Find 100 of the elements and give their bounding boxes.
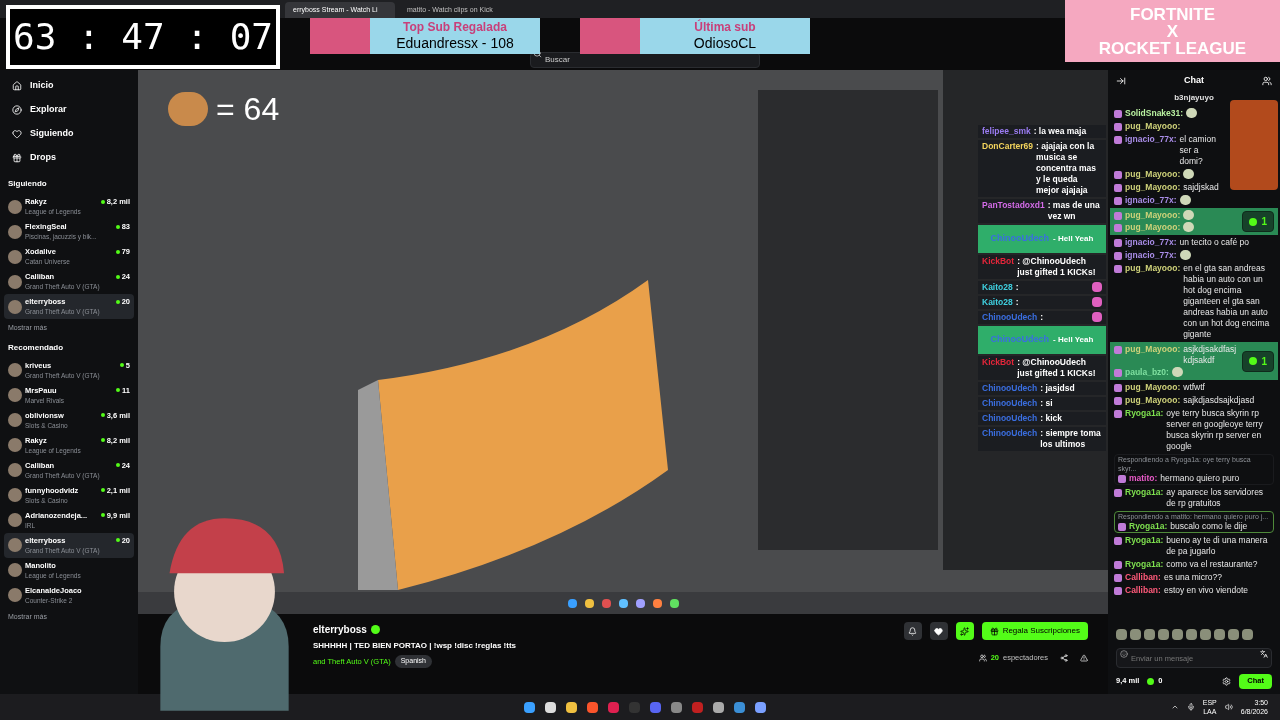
chat-username[interactable]: matito: [1129,473,1158,484]
emoji-icon[interactable] [1120,649,1128,658]
chat-username[interactable]: Calliban: [1125,585,1161,596]
chat-username[interactable]: Ryoga1a: [1129,521,1168,532]
taskbar-app-icon[interactable] [587,701,599,713]
chat-username[interactable]: pug_Mayooo: [1125,395,1181,406]
chat-username[interactable]: ignacio_77x: [1125,195,1177,206]
translate-icon[interactable] [1260,649,1268,658]
avatar [8,438,22,452]
section-title: Siguiendo [7,178,48,190]
chat-message-text: hermano quiero puro [1160,473,1241,484]
emote-icon[interactable] [1186,628,1197,640]
chat-username[interactable]: pug_Mayooo: [1125,263,1181,274]
overlay-message-text: : [1015,297,1020,308]
emote-icon[interactable] [1172,628,1183,640]
taskbar-app-icon[interactable] [713,701,725,713]
chat-username[interactable]: Ryoga1a: [1125,408,1164,419]
chat-username[interactable]: ignacio_77x: [1125,134,1177,145]
chat-title: Chat [1184,74,1204,88]
emote-icon[interactable] [1228,628,1239,640]
follow-button[interactable] [929,622,948,640]
emote-icon [1183,169,1195,179]
chat-message-text: es una micro?? [1163,572,1224,583]
emote-icon [1179,195,1191,205]
chat-message-text: el camion ser a domi? [1179,134,1217,167]
gift-subs-button[interactable]: Regala Suscripciones [981,622,1088,640]
avatar [8,413,22,427]
logo-text: X [1166,22,1179,40]
avatar [8,199,22,214]
overlay-username: ChinooUdech [982,383,1038,394]
collapse-icon[interactable] [1116,76,1126,86]
stream-title: SHHHHH | TED BIEN PORTAO | !wsp !disc !reglas !tts [313,640,516,652]
users-icon[interactable] [1262,76,1272,86]
overlay-message-text: : ajajaja con la musica se concentra mas y le queda mejor ajajaja [1036,141,1098,196]
live-indicator-icon [119,363,124,368]
nav-item[interactable]: Inicio [4,74,134,98]
chat-message-text: como va el restaurante? [1166,559,1259,570]
emote-icon [1183,222,1195,232]
banner-title: Top Sub Regalada [403,20,507,35]
overlay-username: KickBot [982,357,1015,368]
overlay-username: KickBot [982,256,1015,267]
taskbar-app-icon[interactable] [566,701,578,713]
emote-icon[interactable] [1116,628,1127,640]
settings-icon[interactable] [1222,676,1232,686]
avatar [8,488,22,502]
kicks-button[interactable] [955,622,974,640]
chat-username[interactable]: Ryoga1a: [1125,535,1164,546]
share-icon[interactable] [1060,653,1068,662]
taskbar-app-icon[interactable] [545,701,557,713]
nav-item[interactable]: Drops [4,146,134,170]
chat-username[interactable]: ignacio_77x: [1125,250,1177,261]
report-icon[interactable] [1080,653,1088,662]
logo-text: FORTNITE [1130,5,1215,23]
microphone-icon[interactable] [1186,703,1195,711]
live-indicator-icon [115,463,120,468]
alert-username: ChinooUdech [990,333,1050,347]
avatar [8,563,22,577]
chat-username[interactable]: Ryoga1a: [1125,487,1164,498]
chat-username[interactable]: SolidSnake31: [1125,108,1184,119]
overlay-message-text: : [1040,312,1045,323]
avatar [8,274,22,289]
emote-icon[interactable] [1130,628,1141,640]
overlay-message-text: : siempre toma los ultimos [1040,428,1102,450]
nav-item[interactable]: Explorar [4,98,134,122]
chat-username[interactable]: pug_Mayooo: [1125,382,1181,393]
tray-expand-icon[interactable] [1170,703,1179,711]
emote-icon[interactable] [1242,628,1253,640]
alert-username: ChinooUdech [990,232,1050,246]
chat-username[interactable]: pug_Mayooo: [1125,169,1181,180]
kick-coin-icon [1249,357,1258,365]
notifications-button[interactable] [903,622,922,640]
emote-icon [1179,250,1191,260]
live-indicator-icon [115,224,120,229]
chat-username[interactable]: Ryoga1a: [1125,559,1164,570]
bear-icon [168,92,208,126]
timer-text: 63 : 47 : 07 [12,17,274,57]
streamer-name[interactable]: elterryboss [313,622,367,637]
chat-username[interactable]: pug_Mayooo: [1125,182,1181,193]
nav-item[interactable]: Siguiendo [4,122,134,146]
emote-icon[interactable] [1214,628,1225,640]
overlay-message-text: : la wea maja [1033,126,1088,137]
avatar [8,463,22,477]
chat-message-text: wtfwtf [1183,382,1206,393]
overlay-username: ChinooUdech [982,428,1038,439]
volume-icon[interactable] [1224,703,1233,711]
avatar [8,388,22,402]
taskbar-app-icon[interactable] [755,701,767,713]
emote-icon[interactable] [1158,628,1169,640]
chat-username[interactable]: pug_Mayooo: [1125,121,1181,132]
chat-username[interactable]: Calliban: [1125,572,1161,583]
live-indicator-icon [116,388,121,393]
chat-message-text: sajkdjasdsajkdjasd [1183,395,1256,406]
overlay-message-text: : @ChinooUdech just gifted 1 KICKs! [1017,357,1097,379]
chat-username[interactable]: ignacio_77x: [1125,237,1177,248]
emote-icon[interactable] [1144,628,1155,640]
emote-icon[interactable] [1200,628,1211,640]
overlay-username: ChinooUdech [982,413,1038,424]
avatar [8,363,22,377]
taskbar-app-icon[interactable] [524,701,536,713]
alert-text: - Hell Yeah [1053,233,1094,245]
